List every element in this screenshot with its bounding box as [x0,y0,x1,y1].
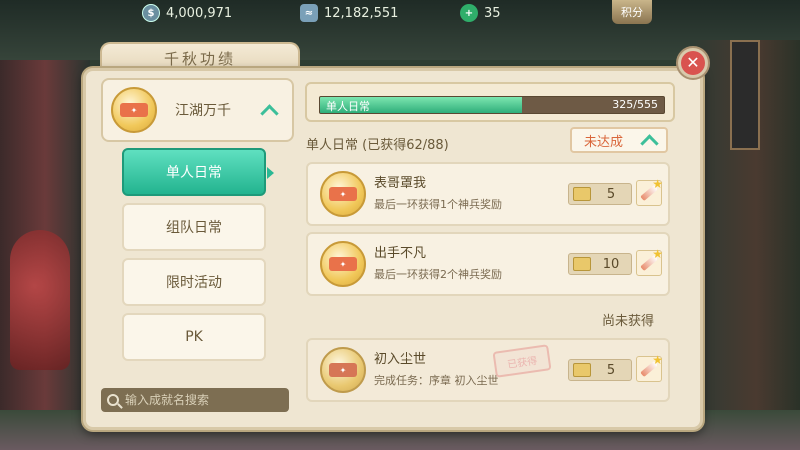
achievement-desc: 最后一环获得1个神兵奖励 [374,198,502,211]
jade-icon: + [460,4,478,22]
medal-icon: ✦ [320,347,366,393]
weapon-icon[interactable]: ★ [636,353,663,382]
search-input[interactable] [125,393,275,407]
scroll-icon [573,257,591,271]
close-icon: ✕ [681,51,705,75]
silver-icon: ≈ [300,4,318,22]
medal-icon: ✦ [320,171,366,217]
unearned-header: 尚未获得 [602,314,655,329]
score-button[interactable]: 积分 [612,0,652,24]
search-icon [107,394,119,406]
category-header[interactable]: ✦ 江湖万千 [101,78,294,142]
reward-box: 5 [568,183,632,205]
coin-counter: $ 4,000,971 [142,4,232,22]
section-title: 单人日常 (已获得62/88) [306,138,449,153]
menu-item-limited-event[interactable]: 限时活动 [122,258,266,306]
subcategory-menu: 单人日常 组队日常 限时活动 PK [122,148,274,368]
reward-box: 10 [568,253,632,275]
silver-counter: ≈ 12,182,551 [300,4,398,22]
chevron-up-icon [639,133,661,147]
reward-box: 5 [568,359,632,381]
reward-count: 5 [606,186,616,202]
medal-icon: ✦ [320,241,366,287]
jade-amount: 35 [484,5,501,21]
weapon-icon[interactable]: ★ [636,247,663,276]
close-button[interactable]: ✕ [676,46,710,80]
filter-dropdown[interactable]: 未达成 [570,127,668,153]
search-bar[interactable] [101,388,289,412]
reward-count: 10 [602,256,620,272]
coin-icon: $ [142,4,160,22]
achievement-card[interactable]: ✦ 初入尘世 完成任务：序章 初入尘世 已获得 5 ★ [306,338,670,402]
medal-icon: ✦ [111,87,157,133]
currency-bar: $ 4,000,971 ≈ 12,182,551 + 35 积分 [0,0,800,28]
silver-amount: 12,182,551 [324,5,399,21]
achievement-title: 表哥罩我 [374,176,427,191]
achievement-desc: 最后一环获得2个神兵奖励 [374,268,502,281]
achievement-title: 初入尘世 [374,352,427,367]
achievement-desc: 完成任务：序章 初入尘世 [374,374,499,387]
scroll-icon [573,187,591,201]
weapon-icon[interactable]: ★ [636,177,663,206]
achievement-card[interactable]: ✦ 出手不凡 最后一环获得2个神兵奖励 10 ★ [306,232,670,296]
reward-count: 5 [606,362,616,378]
progress-card: 单人日常 325/555 [305,82,675,122]
jade-counter: + 35 [460,4,501,22]
background-sign [730,40,760,150]
coin-amount: 4,000,971 [166,5,233,21]
chevron-up-icon[interactable] [259,103,281,117]
scroll-icon [573,363,591,377]
progress-bar: 单人日常 325/555 [319,96,665,114]
menu-item-team-daily[interactable]: 组队日常 [122,203,266,251]
menu-item-pk[interactable]: PK [122,313,266,361]
background-vase [10,230,70,370]
category-name: 江湖万千 [175,103,231,119]
earned-stamp: 已获得 [492,344,552,378]
progress-count: 325/555 [612,98,658,111]
filter-label: 未达成 [584,134,624,150]
menu-item-solo-daily[interactable]: 单人日常 [122,148,274,196]
achievement-title: 出手不凡 [374,246,427,261]
progress-label: 单人日常 [326,100,370,113]
achievement-card[interactable]: ✦ 表哥罩我 最后一环获得1个神兵奖励 5 ★ [306,162,670,226]
